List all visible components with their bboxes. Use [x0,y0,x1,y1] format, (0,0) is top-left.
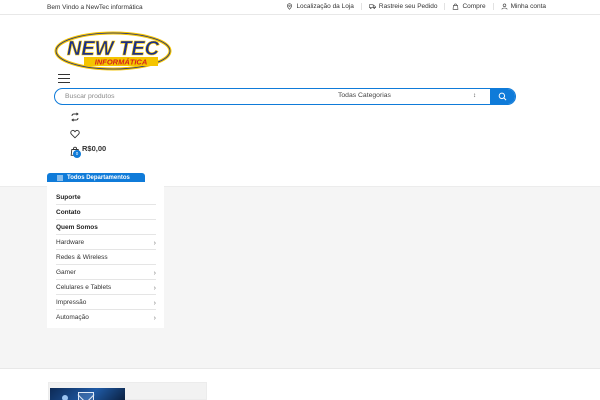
envelope-icon [78,392,94,400]
chevron-right-icon: › [153,270,156,277]
shopping-bag-icon [453,3,459,10]
dept-item-redes-wireless[interactable]: Redes & Wireless [56,250,156,265]
dept-item-label: Celulares e Tablets [56,284,112,291]
decorative-dot [62,395,68,400]
top-links: Localização da Loja Rastreie seu Pedido … [279,3,553,10]
cart-total: R$0,00 [82,144,107,153]
menu-toggle-button[interactable] [58,74,70,84]
list-icon [57,175,63,180]
dept-item-gamer[interactable]: Gamer › [56,265,156,280]
category-select-value: Todas Categorias [338,92,391,99]
wishlist-button[interactable] [70,126,80,144]
search-bar: Todas Categorias ↕ [54,88,516,105]
shop-label: Compre [462,3,486,10]
newtec-logo[interactable]: NEW TEC INFORMÁTICA [54,30,172,72]
my-account-label: Minha conta [510,3,546,10]
track-order-label: Rastreie seu Pedido [378,3,438,10]
store-location-link[interactable]: Localização da Loja [279,3,360,10]
compare-icon [71,112,79,122]
hamburger-line [58,74,70,76]
departments-menu: Suporte Contato Quem Somos Hardware › Re… [47,186,164,328]
user-icon [501,3,508,10]
map-pin-icon [287,3,293,10]
dept-item-automacao[interactable]: Automação › [56,310,156,325]
all-departments-label: Todos Departamentos [67,174,130,181]
logo-subtitle: INFORMÁTICA [95,58,148,67]
my-account-link[interactable]: Minha conta [492,3,553,10]
store-location-label: Localização da Loja [296,3,354,10]
dept-item-label: Contato [56,209,81,216]
hamburger-line [58,81,70,84]
category-select[interactable]: Todas Categorias ↕ [338,89,480,103]
heart-icon [70,129,80,139]
dept-item-label: Gamer [56,269,76,276]
shop-link[interactable]: Compre [444,3,492,10]
cart-count-badge: 0 [73,150,81,158]
dept-item-label: Redes & Wireless [56,254,108,261]
dept-item-label: Automação [56,314,89,321]
welcome-text: Bem Vindo a NewTec informática [47,3,143,11]
search-icon [498,92,507,101]
dept-item-impressao[interactable]: Impressão › [56,295,156,310]
select-caret-icon: ↕ [473,93,476,99]
compare-button[interactable] [70,109,80,127]
dept-item-celulares-tablets[interactable]: Celulares e Tablets › [56,280,156,295]
chevron-right-icon: › [153,315,156,322]
truck-icon [368,4,376,9]
dept-item-contato[interactable]: Contato [56,205,156,220]
dept-item-label: Quem Somos [56,224,98,231]
hamburger-line [58,77,70,80]
chevron-right-icon: › [153,285,156,292]
top-bar: Bem Vindo a NewTec informática Localizaç… [0,0,600,15]
chevron-right-icon: › [153,300,156,307]
track-order-link[interactable]: Rastreie seu Pedido [360,3,445,10]
dept-item-label: Impressão [56,299,87,306]
dept-item-hardware[interactable]: Hardware › [56,235,156,250]
dept-item-quem-somos[interactable]: Quem Somos [56,220,156,235]
dept-item-label: Suporte [56,194,81,201]
search-button[interactable] [490,89,515,104]
search-input[interactable] [65,89,335,103]
promo-image[interactable] [50,388,125,400]
dept-item-label: Hardware [56,239,85,246]
chevron-right-icon: › [153,240,156,247]
dept-item-suporte[interactable]: Suporte [56,190,156,205]
all-departments-button[interactable]: Todos Departamentos [47,173,145,182]
